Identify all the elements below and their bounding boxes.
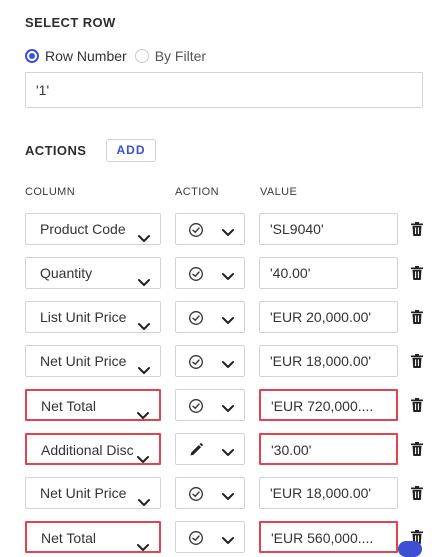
column-select-label: List Unit Price bbox=[40, 309, 127, 325]
action-select[interactable] bbox=[175, 213, 245, 245]
radio-row-number-label[interactable]: Row Number bbox=[45, 48, 127, 64]
radio-by-filter-label[interactable]: By Filter bbox=[155, 48, 206, 64]
value-input[interactable]: 'EUR 18,000.00' bbox=[259, 477, 398, 509]
action-row: Net Unit Price 'EUR 18,000.00' bbox=[0, 345, 432, 381]
value-input[interactable]: 'EUR 720,000.... bbox=[259, 389, 398, 421]
action-select[interactable] bbox=[175, 389, 245, 421]
chevron-down-icon bbox=[222, 533, 234, 544]
chevron-down-icon bbox=[137, 445, 149, 463]
column-select[interactable]: List Unit Price bbox=[25, 301, 161, 333]
column-select-label: Product Code bbox=[40, 221, 126, 237]
column-select-label: Additional Disc bbox=[41, 442, 134, 458]
row-selection-mode: Row Number By Filter bbox=[25, 46, 206, 66]
value-header: VALUE bbox=[260, 186, 298, 198]
trash-icon[interactable] bbox=[409, 353, 425, 369]
value-input[interactable]: 'EUR 18,000.00' bbox=[259, 345, 398, 377]
check-circle-icon bbox=[188, 530, 204, 546]
check-circle-icon bbox=[188, 222, 204, 238]
check-circle-icon bbox=[188, 486, 204, 502]
check-circle-icon bbox=[188, 398, 204, 414]
chevron-down-icon bbox=[222, 313, 234, 324]
column-select-label: Quantity bbox=[40, 265, 93, 281]
column-select-label: Net Total bbox=[41, 398, 96, 414]
check-circle-icon bbox=[188, 266, 204, 282]
trash-icon[interactable] bbox=[409, 265, 425, 281]
chevron-down-icon bbox=[138, 488, 150, 506]
column-select[interactable]: Additional Disc bbox=[25, 433, 161, 465]
chevron-down-icon bbox=[222, 489, 234, 500]
action-row: Net Total 'EUR 560,000.... bbox=[0, 521, 432, 557]
trash-icon[interactable] bbox=[409, 397, 425, 413]
chevron-down-icon bbox=[222, 401, 234, 412]
action-row: Product Code 'SL9040' bbox=[0, 213, 432, 249]
value-input[interactable]: '30.00' bbox=[259, 433, 398, 465]
chevron-down-icon bbox=[138, 268, 150, 286]
action-row: Quantity '40.00' bbox=[0, 257, 432, 293]
chevron-down-icon bbox=[138, 312, 150, 330]
chevron-down-icon bbox=[138, 224, 150, 242]
actions-title: ACTIONS bbox=[25, 143, 87, 158]
action-select[interactable] bbox=[175, 433, 245, 465]
action-header: ACTION bbox=[175, 186, 219, 198]
chevron-down-icon bbox=[222, 225, 234, 236]
action-row: Net Unit Price 'EUR 18,000.00' bbox=[0, 477, 432, 513]
chevron-down-icon bbox=[137, 533, 149, 551]
action-row: List Unit Price 'EUR 20,000.00' bbox=[0, 301, 432, 337]
value-input[interactable]: 'EUR 20,000.00' bbox=[259, 301, 398, 333]
trash-icon[interactable] bbox=[409, 309, 425, 325]
value-input[interactable]: '40.00' bbox=[259, 257, 398, 289]
column-select-label: Net Unit Price bbox=[40, 485, 127, 501]
action-select[interactable] bbox=[175, 477, 245, 509]
select-row-title: SELECT ROW bbox=[25, 15, 116, 30]
chevron-down-icon bbox=[138, 356, 150, 374]
column-select[interactable]: Net Unit Price bbox=[25, 477, 161, 509]
column-select[interactable]: Net Total bbox=[25, 521, 161, 553]
column-header: COLUMN bbox=[25, 186, 76, 198]
column-select[interactable]: Net Unit Price bbox=[25, 345, 161, 377]
column-select[interactable]: Quantity bbox=[25, 257, 161, 289]
add-action-button[interactable]: ADD bbox=[106, 139, 156, 162]
chevron-down-icon bbox=[222, 357, 234, 368]
chevron-down-icon bbox=[137, 401, 149, 419]
chevron-down-icon bbox=[222, 269, 234, 280]
action-select[interactable] bbox=[175, 257, 245, 289]
floating-help-button[interactable] bbox=[398, 541, 422, 557]
action-select[interactable] bbox=[175, 521, 245, 553]
chevron-down-icon bbox=[222, 445, 234, 456]
action-select[interactable] bbox=[175, 301, 245, 333]
trash-icon[interactable] bbox=[409, 221, 425, 237]
pencil-icon bbox=[188, 442, 204, 458]
column-select[interactable]: Product Code bbox=[25, 213, 161, 245]
radio-row-number[interactable] bbox=[25, 49, 39, 63]
action-row: Additional Disc '30.00' bbox=[0, 433, 432, 469]
trash-icon[interactable] bbox=[409, 441, 425, 457]
action-row: Net Total 'EUR 720,000.... bbox=[0, 389, 432, 425]
check-circle-icon bbox=[188, 354, 204, 370]
value-input[interactable]: 'EUR 560,000.... bbox=[259, 521, 398, 553]
action-select[interactable] bbox=[175, 345, 245, 377]
column-select[interactable]: Net Total bbox=[25, 389, 161, 421]
column-select-label: Net Unit Price bbox=[40, 353, 127, 369]
radio-by-filter[interactable] bbox=[134, 49, 149, 63]
value-input[interactable]: 'SL9040' bbox=[259, 213, 398, 245]
trash-icon[interactable] bbox=[409, 485, 425, 501]
check-circle-icon bbox=[188, 310, 204, 326]
row-number-input[interactable]: '1' bbox=[25, 72, 423, 108]
